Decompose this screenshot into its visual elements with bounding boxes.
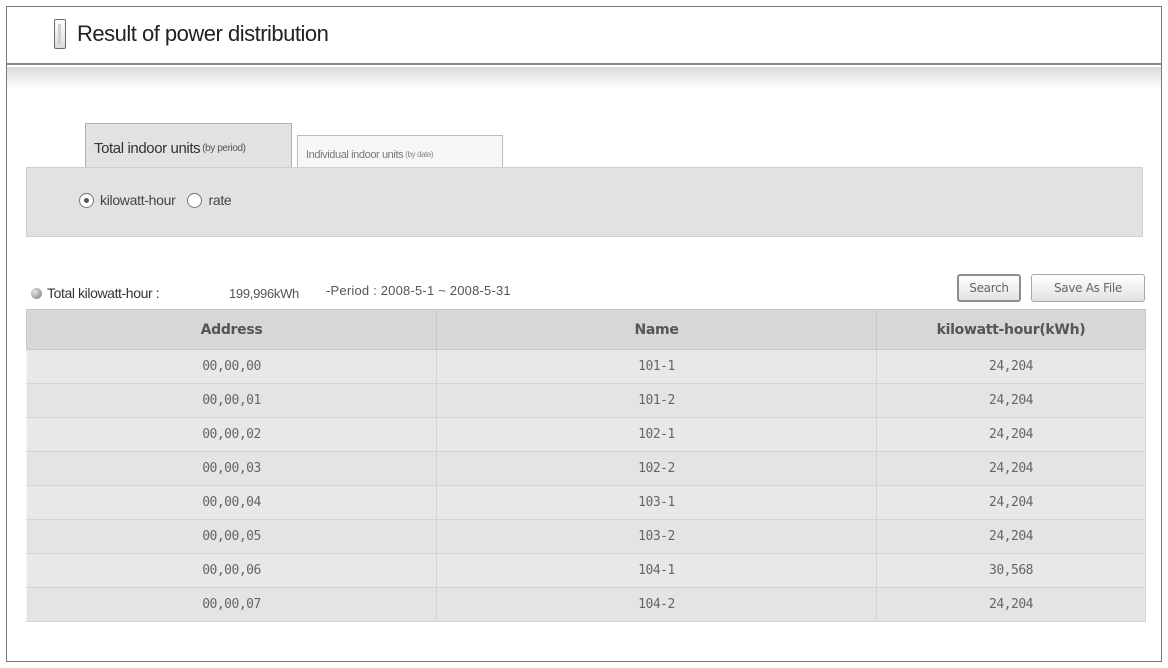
table-header-row: Address Name kilowatt-hour(kWh) bbox=[26, 309, 1146, 350]
cell-address: 00,00,01 bbox=[26, 383, 437, 418]
cell-name: 103-2 bbox=[436, 519, 877, 554]
unit-radio-group: kilowatt-hour rate bbox=[79, 192, 243, 208]
cell-address: 00,00,00 bbox=[26, 349, 437, 384]
cell-address: 00,00,04 bbox=[26, 485, 437, 520]
cell-kwh: 24,204 bbox=[876, 451, 1146, 486]
kilowatt-hour-radio-label[interactable]: kilowatt-hour bbox=[100, 192, 176, 208]
cell-name: 101-2 bbox=[436, 383, 877, 418]
power-distribution-table: Address Name kilowatt-hour(kWh) 00,00,00… bbox=[26, 309, 1146, 622]
kilowatt-hour-radio[interactable] bbox=[79, 192, 94, 208]
tab-label: Total indoor units bbox=[94, 140, 201, 157]
save-as-file-button[interactable]: Save As File bbox=[1031, 274, 1145, 302]
column-header-address[interactable]: Address bbox=[26, 309, 437, 350]
cell-address: 00,00,07 bbox=[26, 587, 437, 622]
cell-kwh: 24,204 bbox=[876, 587, 1146, 622]
tab-label: Individual indoor units bbox=[306, 148, 404, 161]
table-row[interactable]: 00,00,03 102-2 24,204 bbox=[26, 451, 1146, 486]
rate-radio[interactable] bbox=[187, 192, 203, 208]
cell-kwh: 24,204 bbox=[876, 485, 1146, 520]
cell-kwh: 24,204 bbox=[876, 383, 1146, 418]
tab-sublabel: (by date) bbox=[405, 150, 434, 159]
table-row[interactable]: 00,00,01 101-2 24,204 bbox=[26, 383, 1146, 418]
title-bar-icon bbox=[54, 19, 66, 49]
cell-name: 102-1 bbox=[436, 417, 877, 452]
period-text: -Period : 2008-5-1 ~ 2008-5-31 bbox=[326, 283, 511, 298]
cell-kwh: 24,204 bbox=[876, 519, 1146, 554]
cell-name: 103-1 bbox=[436, 485, 877, 520]
total-kwh-label: Total kilowatt-hour : bbox=[47, 285, 160, 301]
search-button[interactable]: Search bbox=[957, 274, 1021, 302]
table-row[interactable]: 00,00,07 104-2 24,204 bbox=[26, 587, 1146, 622]
total-kwh-value: 199,996kWh bbox=[229, 286, 299, 301]
tab-total-indoor-units[interactable]: Total indoor units (by period) bbox=[85, 123, 292, 173]
table-row[interactable]: 00,00,04 103-1 24,204 bbox=[26, 485, 1146, 520]
header-shadow bbox=[7, 67, 1161, 89]
cell-kwh: 30,568 bbox=[876, 553, 1146, 588]
cell-kwh: 24,204 bbox=[876, 349, 1146, 384]
rate-radio-label[interactable]: rate bbox=[208, 192, 231, 208]
cell-name: 101-1 bbox=[436, 349, 877, 384]
table-row[interactable]: 00,00,00 101-1 24,204 bbox=[26, 349, 1146, 384]
cell-address: 00,00,06 bbox=[26, 553, 437, 588]
cell-name: 104-1 bbox=[436, 553, 877, 588]
bullet-icon bbox=[31, 288, 42, 299]
cell-name: 102-2 bbox=[436, 451, 877, 486]
page-header: Result of power distribution bbox=[7, 7, 1161, 65]
cell-address: 00,00,02 bbox=[26, 417, 437, 452]
cell-address: 00,00,03 bbox=[26, 451, 437, 486]
column-header-kwh[interactable]: kilowatt-hour(kWh) bbox=[876, 309, 1146, 350]
cell-address: 00,00,05 bbox=[26, 519, 437, 554]
table-row[interactable]: 00,00,05 103-2 24,204 bbox=[26, 519, 1146, 554]
table-row[interactable]: 00,00,06 104-1 30,568 bbox=[26, 553, 1146, 588]
page-title: Result of power distribution bbox=[77, 21, 329, 46]
table-row[interactable]: 00,00,02 102-1 24,204 bbox=[26, 417, 1146, 452]
tab-sublabel: (by period) bbox=[202, 143, 246, 154]
cell-kwh: 24,204 bbox=[876, 417, 1146, 452]
window-frame: Result of power distribution Total indoo… bbox=[6, 6, 1162, 662]
option-panel: kilowatt-hour rate bbox=[26, 167, 1143, 237]
column-header-name[interactable]: Name bbox=[436, 309, 877, 350]
cell-name: 104-2 bbox=[436, 587, 877, 622]
